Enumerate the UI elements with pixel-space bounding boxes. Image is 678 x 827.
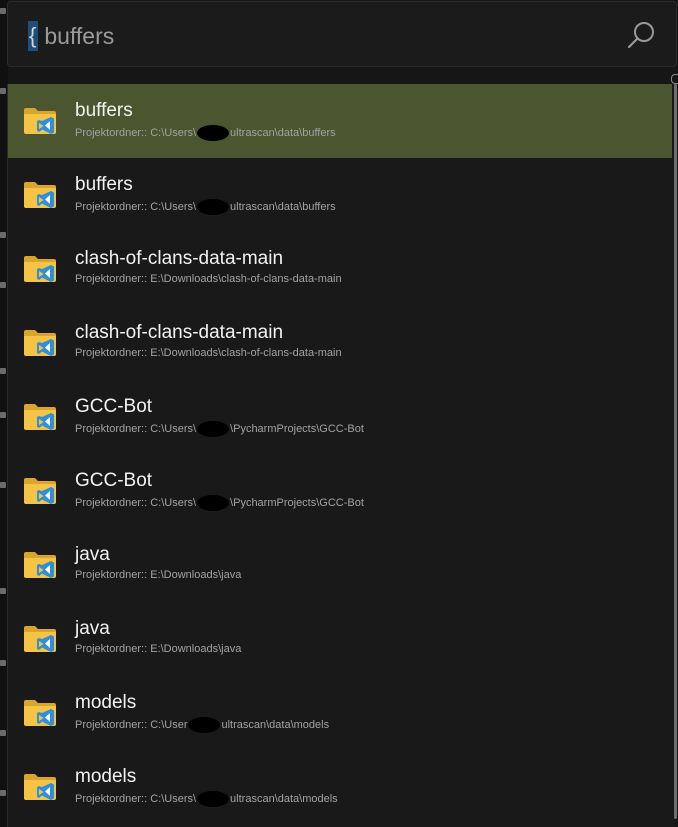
result-title: clash-of-clans-data-main (75, 248, 284, 269)
result-path-end: \PycharmProjects\GCC-Bot (230, 497, 364, 509)
result-path: Projektordner:: E:\Downloads\java (75, 569, 241, 581)
background-mark (671, 74, 678, 84)
redaction-mark (188, 717, 221, 733)
result-path: Projektordner:: C:\Users\ ultrascan\data\… (75, 199, 336, 215)
result-path: Projektordner:: C:\Users\ ultrascan\data\… (75, 125, 336, 141)
search-input[interactable] (38, 19, 565, 53)
result-title: models (75, 692, 137, 713)
background-mark (0, 790, 6, 796)
background-mark (0, 660, 6, 666)
result-path: Projektordner:: C:\Users\ \PycharmProject… (75, 421, 364, 437)
result-path: Projektordner:: C:\User ultrascan\data\mo… (75, 717, 329, 733)
vscode-folder-icon (24, 108, 56, 134)
result-item[interactable]: buffers Projektordner:: C:\Users\ ultrasc… (8, 84, 672, 158)
result-title: clash-of-clans-data-main (75, 322, 284, 343)
redaction-mark (197, 125, 230, 141)
background-mark (0, 282, 6, 288)
result-title: models (75, 766, 137, 787)
result-path-end: ultrascan\data\models (221, 719, 330, 731)
result-item[interactable]: clash-of-clans-data-main Projektordner::… (8, 306, 672, 380)
result-title: java (75, 544, 110, 565)
vscode-folder-icon (24, 700, 56, 726)
redaction-mark (197, 199, 230, 215)
result-path-start: Projektordner:: E:\Downloads\java (75, 569, 242, 581)
redaction-mark (197, 791, 230, 807)
result-item[interactable]: java Projektordner:: E:\Downloads\java (8, 602, 672, 676)
result-path-end: ultrascan\data\models (230, 793, 338, 805)
result-item[interactable]: java Projektordner:: E:\Downloads\java (8, 528, 672, 602)
result-item[interactable]: buffers Projektordner:: C:\Users\ ultrasc… (8, 158, 672, 232)
result-path-start: Projektordner:: C:\User (75, 719, 188, 731)
vscode-folder-icon (24, 552, 56, 578)
result-path: Projektordner:: C:\Users\ \PycharmProject… (75, 495, 364, 511)
background-mark (0, 88, 6, 94)
result-path-start: Projektordner:: C:\Users\ (75, 201, 197, 213)
search-prefix: { (28, 21, 39, 51)
search-bar: { (7, 1, 677, 67)
result-path: Projektordner:: E:\Downloads\clash-of-cl… (75, 273, 342, 285)
redaction-mark (197, 421, 230, 437)
vscode-folder-icon (24, 182, 56, 208)
result-title: buffers (75, 100, 133, 121)
background-mark (0, 368, 6, 374)
result-item[interactable]: GCC-Bot Projektordner:: C:\Users\ \Pychar… (8, 380, 672, 454)
result-list: buffers Projektordner:: C:\Users\ultrasc… (7, 84, 675, 827)
background-mark (0, 412, 6, 418)
result-title: buffers (75, 174, 133, 195)
vscode-folder-icon (24, 478, 56, 504)
search-icon[interactable] (626, 20, 656, 50)
result-path-start: Projektordner:: C:\Users\ (75, 127, 197, 139)
background-mark (0, 232, 6, 238)
background-mark (0, 8, 6, 14)
vscode-folder-icon (24, 256, 56, 282)
result-item[interactable]: GCC-Bot Projektordner:: C:\Users\ \Pychar… (8, 454, 672, 528)
launcher-window: { buffers Projektordner:: C:\Users\ultra… (0, 0, 678, 827)
scrollbar[interactable] (674, 84, 677, 819)
result-title: GCC-Bot (75, 470, 153, 491)
result-path-start: Projektordner:: C:\Users\ (75, 793, 197, 805)
vscode-folder-icon (24, 774, 56, 800)
result-path-start: Projektordner:: E:\Downloads\clash-of-cl… (75, 273, 342, 285)
search-input-wrap: { (28, 19, 565, 53)
result-path-start: Projektordner:: C:\Users\ (75, 423, 197, 435)
result-path: Projektordner:: E:\Downloads\java (75, 643, 241, 655)
vscode-folder-icon (24, 330, 56, 356)
background-mark (0, 482, 6, 488)
result-path: Projektordner:: C:\Users\ ultrascan\data\… (75, 791, 338, 807)
vscode-folder-icon (24, 626, 56, 652)
result-path-end: \PycharmProjects\GCC-Bot (230, 423, 364, 435)
result-title: GCC-Bot (75, 396, 153, 417)
result-path-end: ultrascan\data\buffers (230, 201, 336, 213)
result-item[interactable]: models Projektordner:: C:\Users\ ultrasca… (8, 750, 672, 824)
result-item[interactable]: models Projektordner:: C:\User ultrascan\… (8, 676, 672, 750)
vscode-folder-icon (24, 404, 56, 430)
result-item[interactable]: clash-of-clans-data-main Projektordner::… (8, 232, 672, 306)
result-title: java (75, 618, 110, 639)
result-path-start: Projektordner:: E:\Downloads\clash-of-cl… (75, 347, 342, 359)
redaction-mark (197, 495, 230, 511)
result-path-start: Projektordner:: C:\Users\ (75, 497, 197, 509)
result-path-start: Projektordner:: E:\Downloads\java (75, 643, 242, 655)
result-path-end: ultrascan\data\buffers (230, 127, 336, 139)
background-mark (0, 588, 6, 594)
result-path: Projektordner:: E:\Downloads\clash-of-cl… (75, 347, 342, 359)
background-mark (0, 730, 6, 736)
